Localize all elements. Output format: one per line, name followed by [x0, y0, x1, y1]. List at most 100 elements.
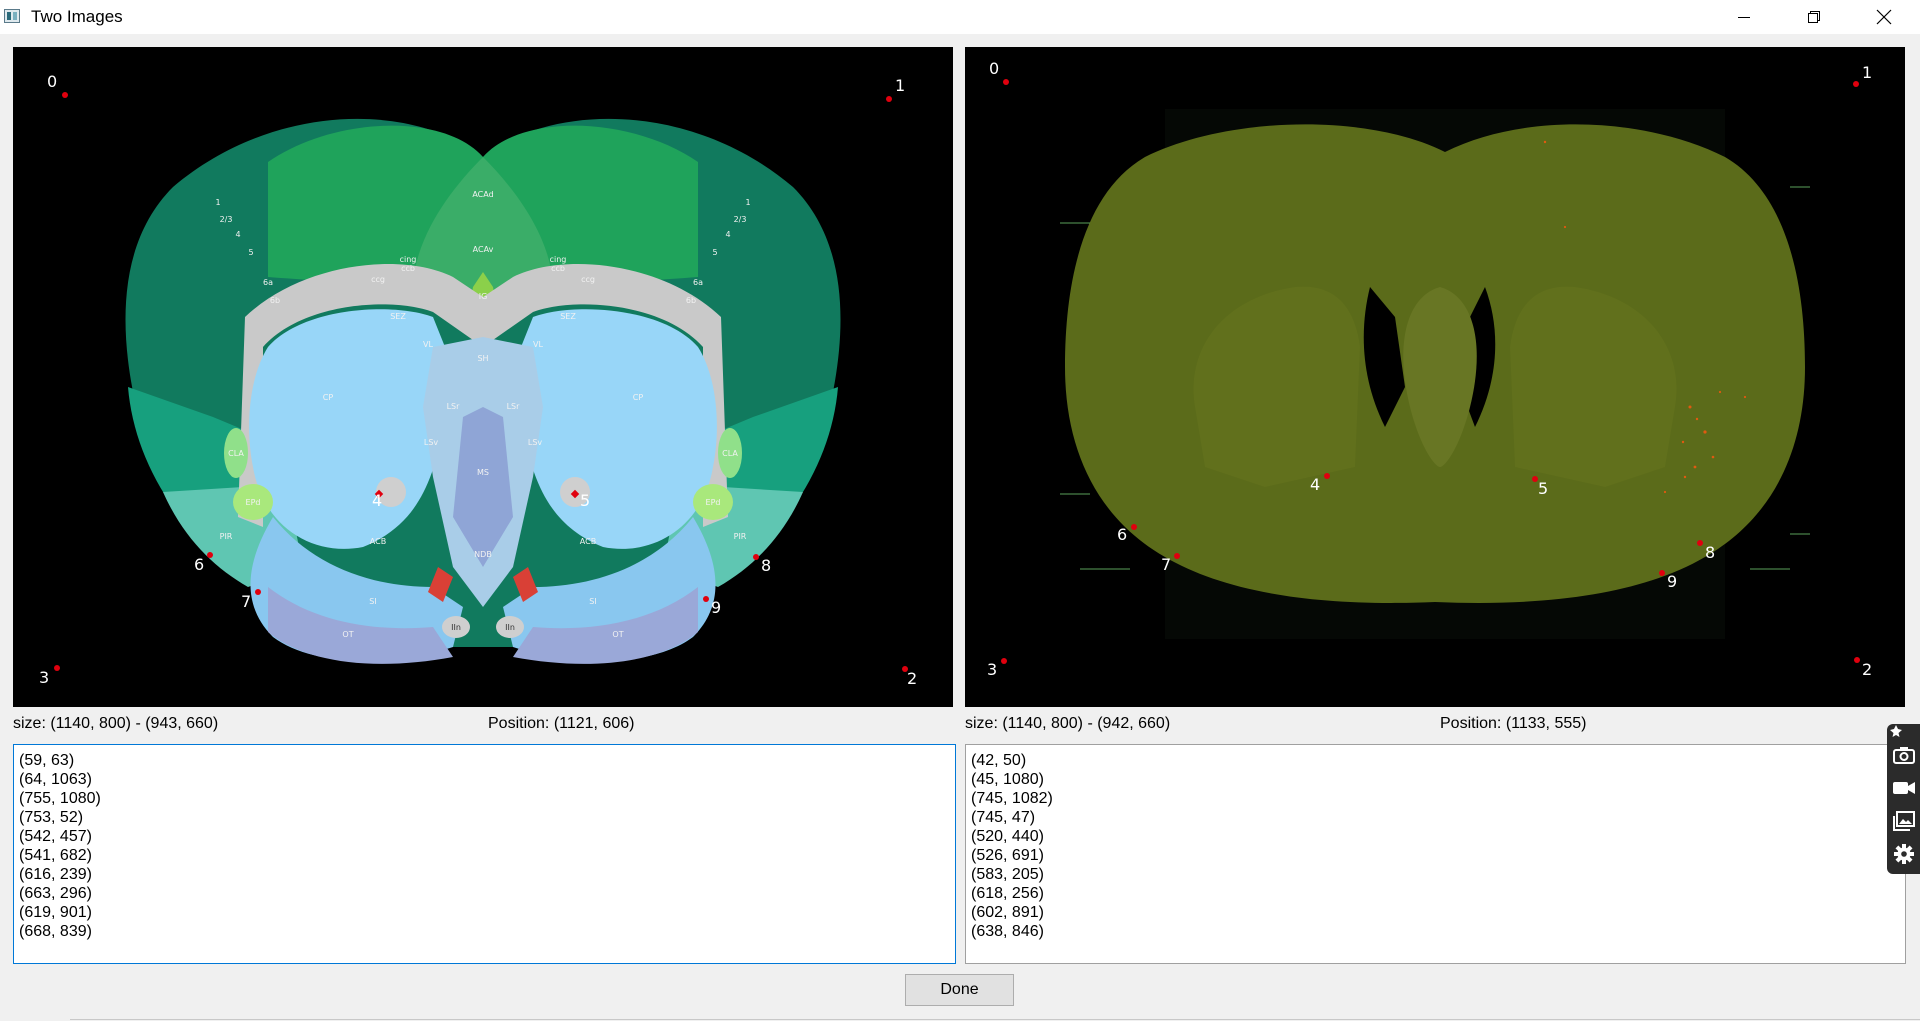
point-entry: (755, 1080) — [19, 790, 101, 807]
atlas-label: IIn — [505, 623, 515, 632]
point-entry: (526, 691) — [971, 847, 1044, 864]
atlas-label: ACAd — [472, 190, 493, 199]
control-point-marker[interactable] — [1001, 658, 1007, 664]
gallery-button[interactable] — [1891, 808, 1917, 834]
screenshot-button[interactable] — [1891, 742, 1917, 768]
atlas-label: 1 — [745, 198, 750, 207]
atlas-label: LSv — [528, 438, 543, 447]
control-point-marker[interactable] — [1659, 570, 1665, 576]
control-point-label: 9 — [711, 598, 721, 617]
control-point-label: 7 — [1161, 555, 1171, 574]
point-entry: (42, 50) — [971, 752, 1027, 769]
atlas-label: ccb — [401, 264, 415, 273]
close-icon — [1876, 9, 1892, 25]
control-point-marker[interactable] — [1324, 473, 1330, 479]
tissue-image-viewer[interactable]: 0 1 2 3 4 5 6 7 8 9 — [965, 47, 1905, 707]
control-point-label: 7 — [241, 592, 251, 611]
control-point-marker[interactable] — [703, 596, 709, 602]
restore-button[interactable] — [1779, 0, 1849, 34]
point-entry: (541, 682) — [19, 847, 92, 864]
atlas-label: ACB — [370, 537, 386, 546]
left-points-textarea[interactable]: (59, 63) (64, 1063) (755, 1080) (753, 52… — [13, 744, 956, 964]
point-entry: (753, 52) — [19, 809, 84, 826]
point-entry: (616, 239) — [19, 866, 92, 883]
point-entry: (745, 1082) — [971, 790, 1053, 807]
control-point-marker[interactable] — [54, 665, 60, 671]
control-point-marker[interactable] — [255, 589, 261, 595]
control-point-marker[interactable] — [1003, 79, 1009, 85]
atlas-label: ACB — [580, 537, 596, 546]
video-icon — [1893, 782, 1915, 794]
atlas-label: CLA — [722, 449, 738, 458]
right-points-textarea[interactable]: (42, 50) (45, 1080) (745, 1082) (745, 47… — [965, 744, 1906, 964]
atlas-label: SI — [589, 597, 596, 606]
point-entry: (542, 457) — [19, 828, 92, 845]
control-point-marker[interactable] — [753, 554, 759, 560]
atlas-label: SEZ — [390, 312, 406, 321]
pin-icon[interactable] — [1889, 724, 1903, 738]
control-point-marker[interactable] — [1697, 540, 1703, 546]
minimize-button[interactable] — [1709, 0, 1779, 34]
point-entry: (618, 256) — [971, 885, 1044, 902]
right-size-text: size: (1140, 800) - (942, 660) — [965, 715, 1171, 732]
control-point-label: 6 — [194, 555, 204, 574]
control-point-label: 8 — [761, 556, 771, 575]
atlas-label: ccb — [551, 264, 565, 273]
window-title: Two Images — [31, 7, 123, 26]
control-point-marker[interactable] — [1131, 524, 1137, 530]
control-point-label: 8 — [1705, 543, 1715, 562]
control-point-marker[interactable] — [207, 552, 213, 558]
atlas-label: SEZ — [560, 312, 576, 321]
atlas-label: 1 — [215, 198, 220, 207]
atlas-image: ACAd ACAv IG 1 2/3 4 5 6a 6b 1 2/3 4 5 6… — [39, 72, 917, 688]
left-position-text: Position: (1121, 606) — [488, 715, 635, 732]
control-point-marker[interactable] — [1854, 657, 1860, 663]
control-point-label: 9 — [1667, 572, 1677, 591]
minimize-icon — [1738, 17, 1750, 18]
atlas-label: cing — [550, 255, 567, 264]
settings-button[interactable] — [1891, 841, 1917, 867]
atlas-label: MS — [477, 468, 489, 477]
floating-capture-toolbar — [1887, 724, 1920, 874]
control-point-marker[interactable] — [886, 96, 892, 102]
atlas-image-viewer[interactable]: ACAd ACAv IG 1 2/3 4 5 6a 6b 1 2/3 4 5 6… — [13, 47, 953, 707]
close-button[interactable] — [1849, 0, 1919, 34]
control-point-marker[interactable] — [62, 92, 68, 98]
atlas-label: PIR — [734, 532, 747, 541]
atlas-label: IG — [479, 292, 488, 301]
camera-icon — [1893, 747, 1915, 764]
atlas-label: 2/3 — [220, 215, 233, 224]
done-button[interactable]: Done — [905, 974, 1014, 1006]
atlas-label: LSr — [447, 402, 461, 411]
control-point-marker[interactable] — [1174, 553, 1180, 559]
atlas-label: 6b — [686, 296, 696, 305]
control-point-label: 4 — [372, 491, 382, 510]
point-entry: (64, 1063) — [19, 771, 92, 788]
control-point-label: 5 — [1538, 479, 1548, 498]
point-entry: (663, 296) — [19, 885, 92, 902]
control-point-label: 1 — [1862, 63, 1872, 82]
point-entry: (638, 846) — [971, 923, 1044, 940]
control-point-label: 1 — [895, 76, 905, 95]
control-point-label: 3 — [987, 660, 997, 679]
atlas-label: LSv — [424, 438, 439, 447]
divider — [70, 1019, 1920, 1020]
control-point-label: 5 — [580, 491, 590, 510]
gallery-icon — [1893, 811, 1915, 831]
control-point-label: 2 — [907, 669, 917, 688]
atlas-label: EPd — [706, 498, 721, 507]
atlas-label: 6a — [263, 278, 273, 287]
control-point-label: 4 — [1310, 475, 1320, 494]
atlas-label: CP — [633, 393, 644, 402]
right-position-text: Position: (1133, 555) — [1440, 715, 1587, 732]
atlas-label: ACAv — [473, 245, 494, 254]
left-size-text: size: (1140, 800) - (943, 660) — [13, 715, 219, 732]
point-entry: (745, 47) — [971, 809, 1036, 826]
atlas-label: 2/3 — [734, 215, 747, 224]
atlas-label: 6b — [270, 296, 280, 305]
title-bar: Two Images — [0, 0, 1920, 34]
point-entry: (520, 440) — [971, 828, 1044, 845]
record-video-button[interactable] — [1891, 775, 1917, 801]
control-point-marker[interactable] — [1853, 81, 1859, 87]
tissue-image: 0 1 2 3 4 5 6 7 8 9 — [987, 59, 1872, 679]
